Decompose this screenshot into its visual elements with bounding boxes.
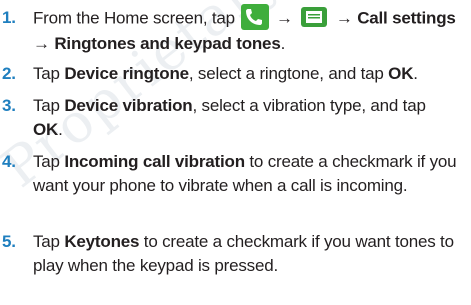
device-vibration-label: Device vibration <box>64 96 193 115</box>
arrow: → <box>335 8 353 28</box>
step-5: 5. Tap Keytones to create a checkmark if… <box>0 230 471 278</box>
arrow: → <box>33 34 50 53</box>
period: . <box>280 34 286 53</box>
call-settings-label: Call settings <box>357 8 456 28</box>
step-number: 5. <box>2 232 16 251</box>
ringtones-label: Ringtones and keypad tones <box>54 34 281 53</box>
step-number: 4. <box>2 152 16 171</box>
keytones-label: Keytones <box>64 232 140 251</box>
step-text: Tap <box>33 64 65 83</box>
arrow: → <box>275 8 293 28</box>
step-4: 4. Tap Incoming call vibration to create… <box>0 150 471 222</box>
step-text: Tap <box>33 232 65 251</box>
menu-icon <box>301 7 328 27</box>
step-1: 1. From the Home screen, tap → → Call se… <box>0 4 471 54</box>
device-ringtone-label: Device ringtone <box>64 64 189 83</box>
step-number: 1. <box>2 8 16 27</box>
step-text: Tap <box>33 96 65 115</box>
step-text: Tap <box>33 152 65 171</box>
period: . <box>413 64 418 83</box>
step-text: , select a ringtone, and tap <box>188 64 389 83</box>
step-number: 2. <box>2 64 16 83</box>
step-text: , select a vibration type, and tap <box>192 96 426 115</box>
incoming-call-vibration-label: Incoming call vibration <box>64 152 245 171</box>
step-2: 2. Tap Device ringtone, select a rington… <box>0 62 471 86</box>
ok-label: OK <box>33 120 59 139</box>
step-number: 3. <box>2 96 16 115</box>
step-3: 3. Tap Device vibration, select a vibrat… <box>0 94 471 142</box>
phone-icon <box>241 4 270 30</box>
period: . <box>58 120 63 139</box>
step-text: From the Home screen, tap <box>33 8 240 28</box>
ok-label: OK <box>388 64 414 83</box>
instruction-steps: 1. From the Home screen, tap → → Call se… <box>0 4 471 278</box>
